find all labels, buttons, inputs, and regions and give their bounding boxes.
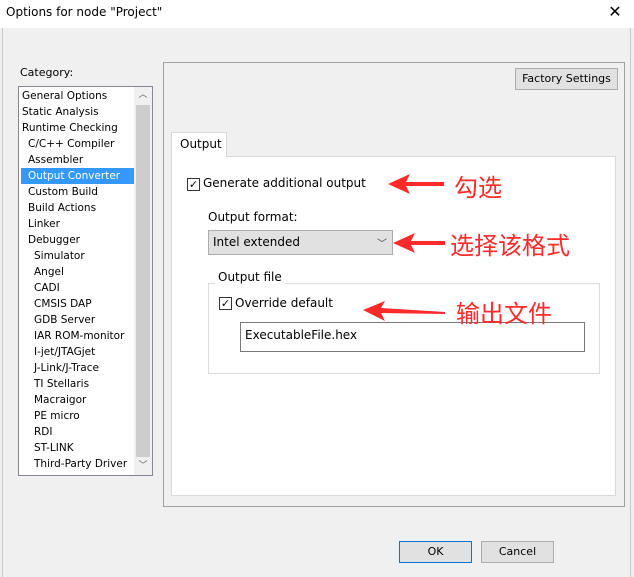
arrow-icon [363, 301, 445, 321]
category-item[interactable]: C/C++ Compiler [21, 136, 134, 152]
generate-output-checkbox[interactable]: ✓ [187, 178, 200, 191]
category-item[interactable]: CMSIS DAP [21, 296, 134, 312]
category-item[interactable]: Third-Party Driver [21, 456, 134, 472]
category-item[interactable]: CADI [21, 280, 134, 296]
category-item[interactable]: General Options [21, 88, 134, 104]
annotation-file: 输出文件 [456, 300, 552, 328]
category-item[interactable]: TI Stellaris [21, 376, 134, 392]
category-item[interactable]: IAR ROM-monitor [21, 328, 134, 344]
arrow-icon [393, 233, 445, 253]
category-item[interactable]: Macraigor [21, 392, 134, 408]
output-format-label: Output format: [208, 210, 298, 224]
scroll-up-icon[interactable]: ︿ [134, 87, 152, 104]
category-item[interactable]: Simulator [21, 248, 134, 264]
factory-settings-button[interactable]: Factory Settings [515, 68, 618, 90]
checkmark-icon: ✓ [220, 297, 231, 310]
tab-output[interactable]: Output [171, 132, 227, 157]
scroll-down-icon[interactable]: ﹀ [134, 458, 152, 475]
frame-border [630, 28, 631, 577]
category-item[interactable]: Output Converter [21, 168, 134, 184]
category-item[interactable]: Runtime Checking [21, 120, 134, 136]
checkmark-icon: ✓ [188, 178, 199, 191]
category-item[interactable]: Debugger [21, 232, 134, 248]
category-item[interactable]: ST-LINK [21, 440, 134, 456]
category-item[interactable]: J-Link/J-Trace [21, 360, 134, 376]
category-item[interactable]: RDI [21, 424, 134, 440]
output-format-value: Intel extended [213, 235, 300, 249]
window-title: Options for node "Project" [6, 5, 163, 19]
arrow-icon [388, 174, 444, 194]
override-default-checkbox[interactable]: ✓ [219, 297, 232, 310]
category-item[interactable]: GDB Server [21, 312, 134, 328]
category-item[interactable]: Static Analysis [21, 104, 134, 120]
category-item[interactable]: Build Actions [21, 200, 134, 216]
category-item[interactable]: I-jet/JTAGjet [21, 344, 134, 360]
output-format-select[interactable]: Intel extended ﹀ [208, 230, 393, 255]
category-item[interactable]: Assembler [21, 152, 134, 168]
chevron-down-icon: ﹀ [377, 239, 387, 250]
output-file-legend: Output file [215, 270, 285, 284]
annotation-format: 选择该格式 [450, 232, 570, 260]
ok-button[interactable]: OK [399, 541, 472, 563]
category-item[interactable]: Linker [21, 216, 134, 232]
category-item[interactable]: Angel [21, 264, 134, 280]
override-default-label: Override default [235, 296, 333, 310]
frame-border [2, 28, 3, 577]
cancel-button[interactable]: Cancel [481, 541, 554, 563]
category-item[interactable]: Custom Build [21, 184, 134, 200]
annotation-check: 勾选 [454, 174, 502, 202]
category-item[interactable]: PE micro [21, 408, 134, 424]
generate-output-label: Generate additional output [203, 176, 366, 190]
scrollbar-thumb[interactable] [136, 105, 150, 457]
category-list[interactable]: General Options Static Analysis Runtime Ch… [18, 86, 153, 476]
category-label: Category: [20, 66, 74, 79]
close-icon[interactable]: ✕ [605, 2, 625, 22]
